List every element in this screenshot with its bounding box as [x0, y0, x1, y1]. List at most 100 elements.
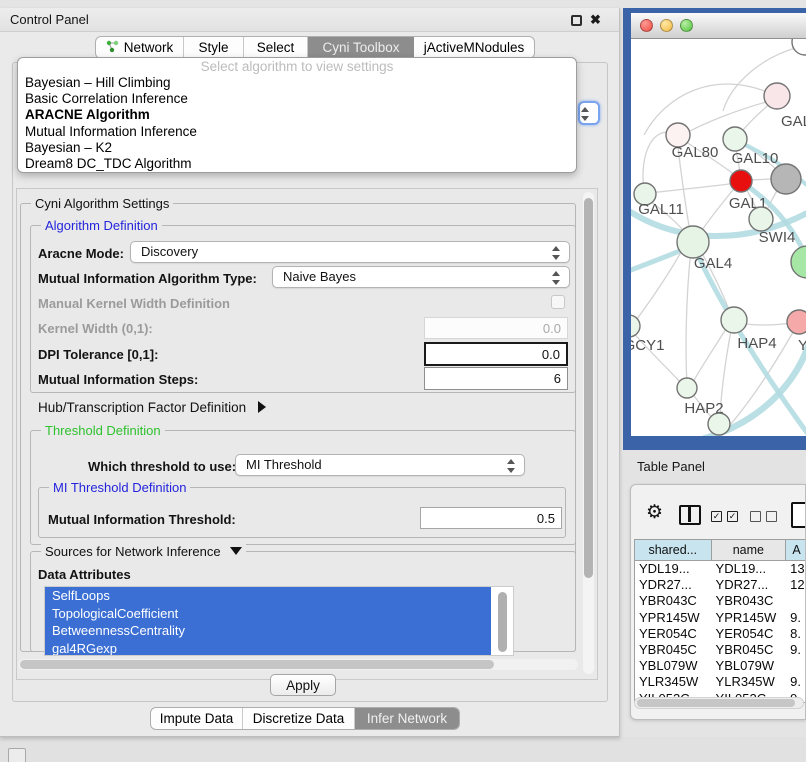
algorithm-popup-item[interactable]: Basic Correlation Inference [18, 91, 576, 107]
column-header-shared-name[interactable]: shared... [635, 540, 712, 560]
network-window-titlebar[interactable] [631, 13, 806, 39]
table-hscrollbar-track [634, 697, 804, 709]
network-canvas[interactable]: GALGAL80GAL10GAL1GAL11SWI4GAL4GCY1HAP4YH… [631, 39, 806, 436]
table-row[interactable]: YBL079WYBL079W [635, 658, 806, 674]
settings-vscrollbar-thumb[interactable] [584, 198, 593, 578]
checked-checkbox-icon[interactable]: ✓ [727, 511, 738, 522]
table-cell: 8. [786, 626, 806, 642]
control-panel-titlebar: Control Panel ✖ [0, 8, 619, 32]
tab-discretize-data[interactable]: Discretize Data [243, 708, 355, 729]
minimized-panel-icon[interactable] [8, 748, 26, 762]
network-node-swi4[interactable] [749, 207, 773, 231]
close-traffic-light[interactable] [640, 19, 653, 32]
tab-network[interactable]: Network [96, 37, 184, 58]
data-attribute-item[interactable]: SelfLoops [45, 587, 513, 605]
network-edge[interactable] [644, 84, 772, 135]
algorithm-popup-item[interactable]: Bayesian – K2 [18, 140, 576, 156]
combo-stepper-icon [552, 245, 562, 261]
algorithm-popup-item[interactable]: Dream8 DC_TDC Algorithm [18, 156, 576, 172]
data-attributes-list[interactable]: SelfLoopsTopologicalCoefficientBetweenne… [44, 586, 514, 656]
table-row[interactable]: YBR045CYBR045C9. [635, 642, 806, 658]
algorithm-popup-item[interactable]: Mutual Information Inference [18, 124, 576, 140]
table-row[interactable]: YER054CYER054C8. [635, 626, 806, 642]
table-cell: YDL19... [635, 561, 712, 577]
mi-threshold-input[interactable] [420, 507, 562, 529]
network-node-y[interactable] [787, 310, 806, 334]
data-attribute-item[interactable]: TopologicalCoefficient [45, 605, 513, 623]
algorithm-definition-label: Algorithm Definition [41, 218, 162, 233]
network-node-gcy1[interactable] [631, 315, 640, 337]
network-node-gal10[interactable] [723, 127, 747, 151]
mi-algorithm-type-combobox[interactable]: Naive Bayes [272, 266, 570, 288]
float-panel-icon[interactable] [571, 15, 582, 26]
column-header-partial[interactable]: A [786, 540, 806, 560]
unchecked-checkbox-icon[interactable] [750, 511, 761, 522]
tab-style[interactable]: Style [184, 37, 244, 58]
table-hscrollbar-thumb[interactable] [637, 699, 795, 707]
network-node[interactable] [708, 413, 730, 435]
control-panel-title: Control Panel [10, 12, 89, 27]
data-attribute-item[interactable]: BetweennessCentrality [45, 622, 513, 640]
column-header-name[interactable]: name [712, 540, 787, 560]
table-panel: ⚙ ✓ ✓ shared... name A YDL19...YDL19...1… [630, 484, 806, 720]
manual-kernel-width-checkbox[interactable] [551, 295, 565, 309]
columns-icon[interactable] [679, 505, 701, 525]
table-row[interactable]: YDR27...YDR27...12 [635, 577, 806, 593]
minimize-traffic-light[interactable] [660, 19, 673, 32]
kernel-width-input[interactable] [424, 317, 568, 339]
table-row[interactable]: YLR345WYLR345W9. [635, 674, 806, 690]
gear-icon[interactable]: ⚙ [646, 502, 663, 524]
network-node-gal4[interactable] [677, 226, 709, 258]
tab-infer-network[interactable]: Infer Network [355, 708, 459, 729]
tab-select-label: Select [257, 40, 295, 55]
network-node[interactable] [791, 246, 806, 278]
aracne-mode-combobox[interactable]: Discovery [130, 241, 570, 263]
attributes-scrollbar-thumb[interactable] [498, 592, 507, 652]
table-cell: YBL079W [635, 658, 712, 674]
apply-button[interactable]: Apply [270, 674, 336, 696]
sources-expander[interactable]: Sources for Network Inference [41, 544, 246, 559]
network-node[interactable] [771, 164, 801, 194]
network-node-label: GAL [781, 113, 806, 130]
network-node-gal1[interactable] [730, 170, 752, 192]
data-attributes-items: SelfLoopsTopologicalCoefficientBetweenne… [45, 587, 513, 656]
tab-impute-data[interactable]: Impute Data [151, 708, 243, 729]
table-row[interactable]: YBR043CYBR043C [635, 593, 806, 609]
unchecked-checkbox-icon[interactable] [766, 511, 777, 522]
table-cell: 9. [786, 674, 806, 690]
network-node-label: Y [798, 337, 806, 354]
combo-stepper-icon [507, 458, 517, 474]
network-edge[interactable] [686, 249, 691, 384]
tab-cyni-toolbox[interactable]: Cyni Toolbox [308, 37, 414, 58]
table-cell: 9. [786, 642, 806, 658]
network-node-label: HAP4 [737, 335, 776, 352]
network-edge-highlighted[interactable] [686, 344, 806, 436]
settings-hscrollbar-thumb[interactable] [20, 660, 494, 669]
tab-cyni-toolbox-label: Cyni Toolbox [322, 40, 399, 55]
algorithm-combobox-stepper[interactable] [578, 101, 600, 125]
tab-select[interactable]: Select [244, 37, 308, 58]
network-node[interactable] [792, 39, 806, 55]
network-node-hap2[interactable] [677, 378, 697, 398]
network-edge[interactable] [649, 183, 737, 193]
which-threshold-combobox[interactable]: MI Threshold [235, 454, 525, 476]
algorithm-popup-item[interactable]: ARACNE Algorithm [18, 107, 576, 123]
algorithm-popup-list[interactable]: Select algorithm to view settings Bayesi… [17, 57, 577, 173]
data-attribute-item[interactable]: gal4RGexp [45, 640, 513, 657]
table-row[interactable]: YDL19...YDL19...13 [635, 561, 806, 577]
tab-jactivemnodules[interactable]: jActiveMNodules [414, 37, 534, 58]
close-icon[interactable]: ✖ [590, 12, 601, 28]
algorithm-popup-item[interactable]: Bayesian – Hill Climbing [18, 75, 576, 91]
mi-threshold-label: Mutual Information Threshold: [48, 512, 236, 527]
checked-checkbox-icon[interactable]: ✓ [711, 511, 722, 522]
dpi-tolerance-input[interactable] [424, 342, 568, 366]
zoom-traffic-light[interactable] [680, 19, 693, 32]
hub-definition-expander[interactable]: Hub/Transcription Factor Definition [38, 400, 266, 415]
control-panel-tabbar: Network Style Select Cyni Toolbox jActiv… [95, 36, 535, 59]
table-row[interactable]: YPR145WYPR145W9. [635, 610, 806, 626]
document-icon[interactable] [791, 502, 806, 528]
mi-steps-input[interactable] [424, 367, 568, 390]
network-node-gal[interactable] [764, 83, 790, 109]
network-node-hap4[interactable] [721, 307, 747, 333]
node-table: shared... name A YDL19...YDL19...13YDR27… [634, 539, 806, 703]
